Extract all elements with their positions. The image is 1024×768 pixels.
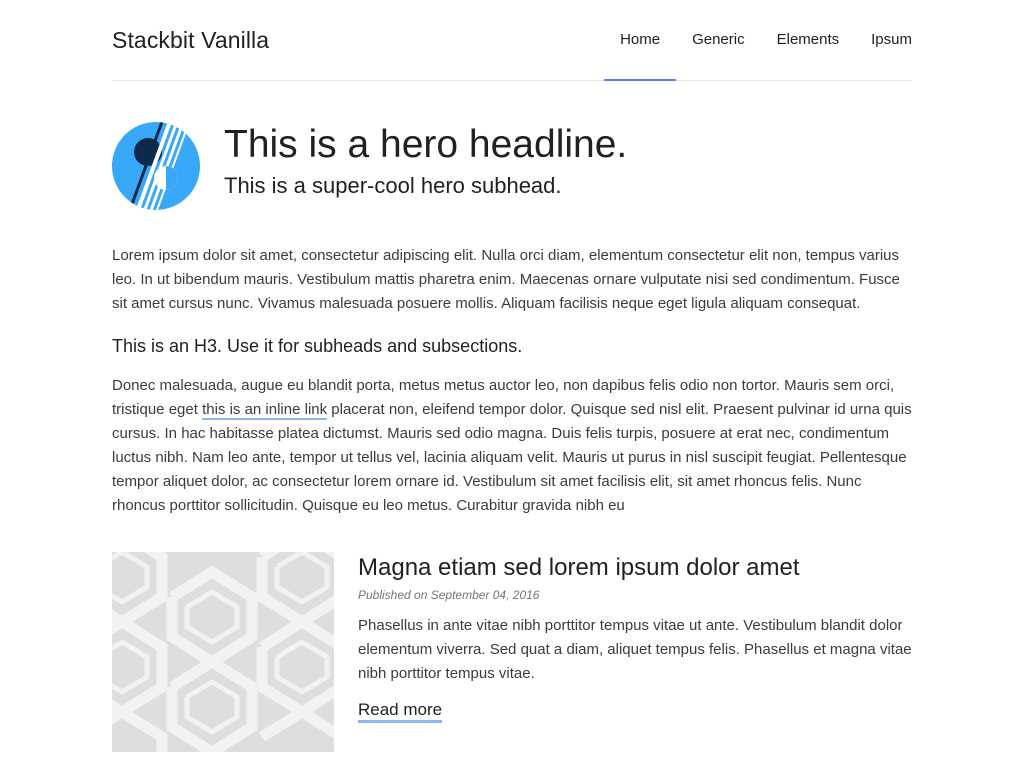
hero-subhead: This is a super-cool hero subhead. xyxy=(224,173,562,198)
post-body: Magna etiam sed lorem ipsum dolor amet P… xyxy=(358,554,912,752)
post-published-date: Published on September 04, 2016 xyxy=(358,588,540,602)
body-paragraph: Donec malesuada, augue eu blandit porta,… xyxy=(112,374,912,518)
page-container: Stackbit Vanilla Home Generic Elements I… xyxy=(112,0,912,752)
nav-item-generic[interactable]: Generic xyxy=(676,0,761,80)
hero-headline: This is a hero headline. xyxy=(224,123,628,166)
post-title-link[interactable]: Magna etiam sed lorem ipsum dolor amet xyxy=(358,554,912,582)
nav-item-ipsum[interactable]: Ipsum xyxy=(855,0,928,80)
nav-item-home[interactable]: Home xyxy=(604,0,677,81)
site-header: Stackbit Vanilla Home Generic Elements I… xyxy=(112,0,912,81)
site-title-link[interactable]: Stackbit Vanilla xyxy=(112,27,269,54)
post-excerpt: Phasellus in ante vitae nibh porttitor t… xyxy=(358,617,912,682)
stackbit-logo-icon xyxy=(112,122,200,210)
section-subhead: This is an H3. Use it for subheads and s… xyxy=(112,336,523,356)
hero-text: This is a hero headline. This is a super… xyxy=(224,122,627,200)
intro-paragraph: Lorem ipsum dolor sit amet, consectetur … xyxy=(112,247,900,312)
nav-item-elements[interactable]: Elements xyxy=(761,0,856,80)
post-card: Magna etiam sed lorem ipsum dolor amet P… xyxy=(112,552,912,752)
main-nav: Home Generic Elements Ipsum xyxy=(604,0,928,81)
post-thumbnail-pattern xyxy=(112,552,334,752)
post-thumbnail[interactable] xyxy=(112,552,334,752)
read-more-link[interactable]: Read more xyxy=(358,700,443,723)
inline-link[interactable]: this is an inline link xyxy=(202,401,328,420)
hero-section: This is a hero headline. This is a super… xyxy=(112,122,912,210)
